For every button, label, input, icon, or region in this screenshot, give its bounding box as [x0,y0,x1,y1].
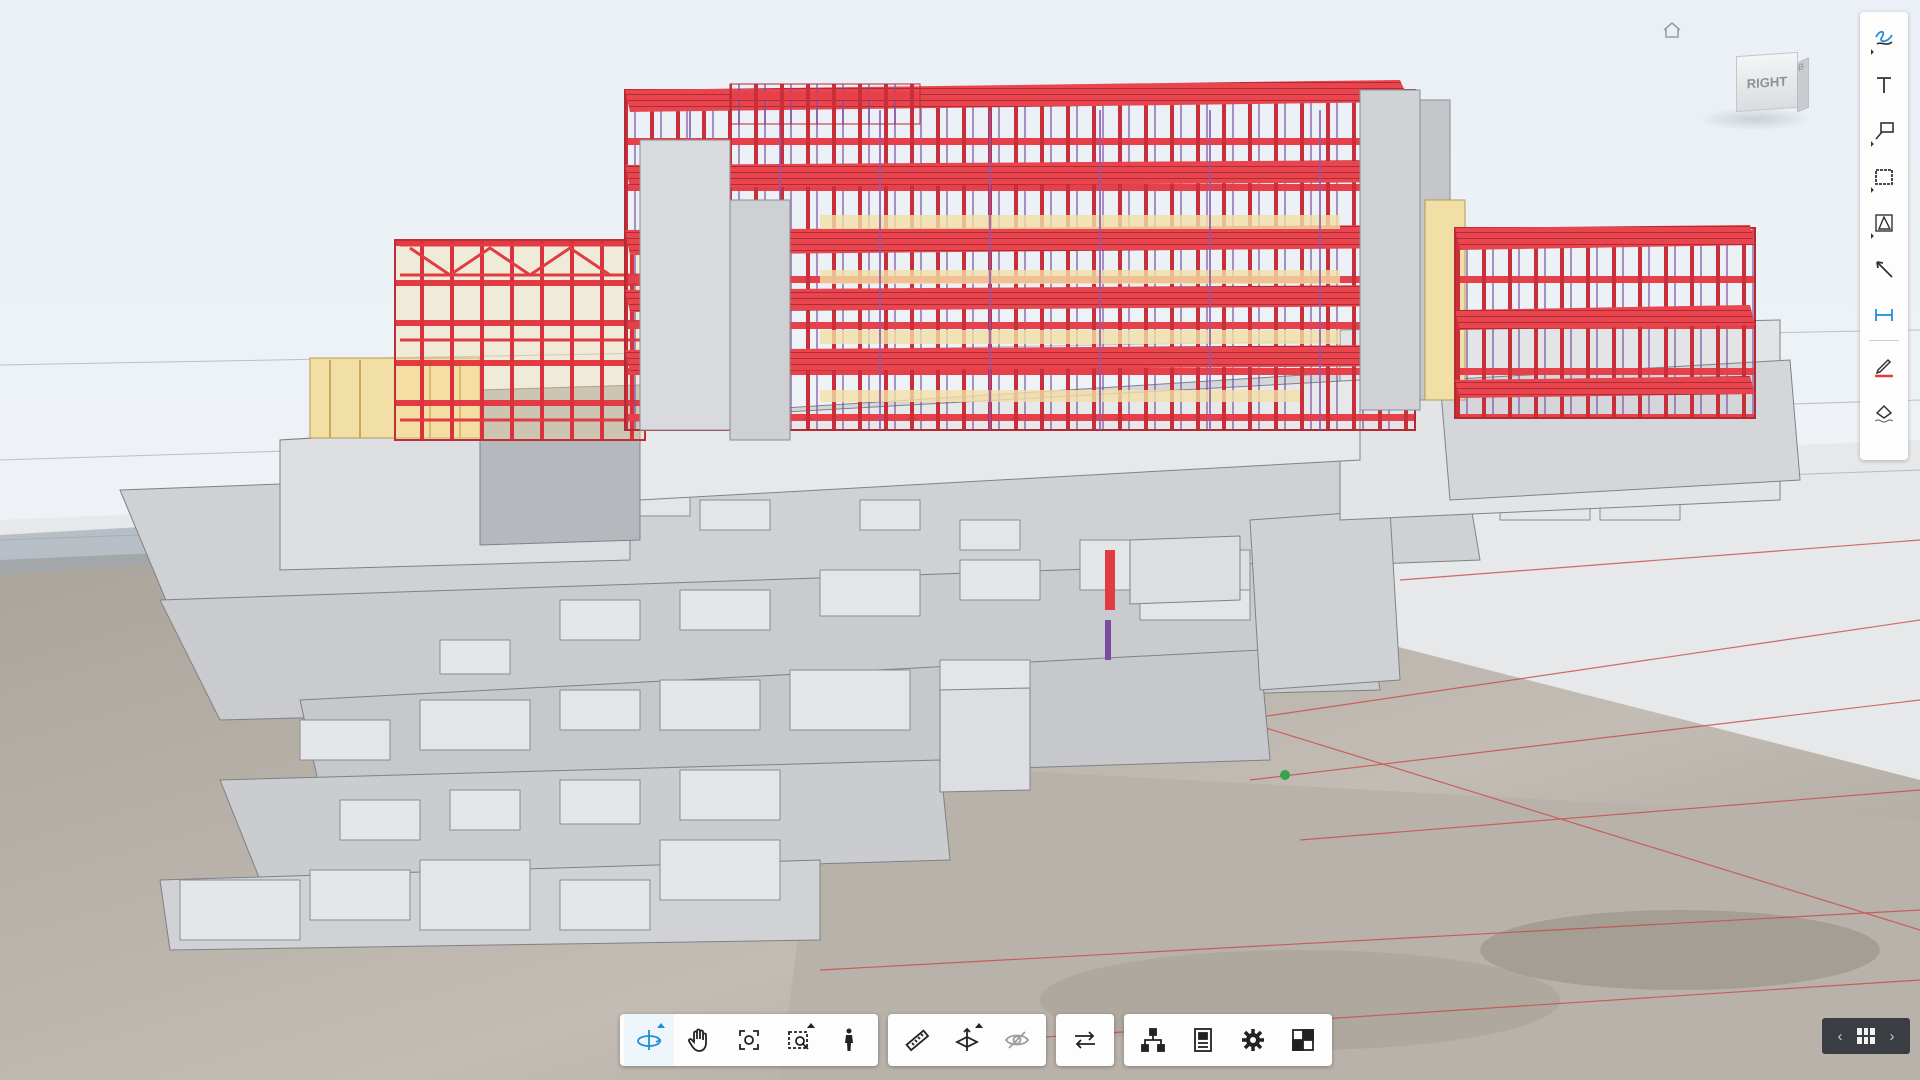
pan-button[interactable] [674,1014,724,1066]
compare-button[interactable] [1060,1014,1110,1066]
orbit-button[interactable] [624,1014,674,1066]
dimension-markup-button[interactable] [1864,292,1904,338]
next-button[interactable]: › [1880,1022,1904,1050]
chevron-left-icon: ‹ [1837,1027,1843,1045]
viewcube[interactable]: RIGHT B [1700,50,1810,130]
previous-button[interactable]: ‹ [1828,1022,1852,1050]
toolbar-separator [1869,340,1899,341]
chevron-right-icon: › [1889,1027,1895,1045]
pen-style-button[interactable] [1864,343,1904,389]
orbit-icon [637,1030,662,1050]
polygon-markup-button[interactable] [1864,200,1904,246]
fit-to-view-button[interactable] [724,1014,774,1066]
swap-arrows-icon [1075,1031,1095,1049]
grid-icon [1857,1028,1875,1044]
zoom-window-button[interactable] [774,1014,824,1066]
hide-button[interactable] [992,1014,1042,1066]
person-icon [845,1028,853,1051]
model-browser-nav: ‹ › [1822,1018,1910,1054]
markup-toolbar [1860,12,1908,460]
pen-icon [1875,358,1893,378]
eye-hidden-icon [1004,1031,1030,1049]
navigation-tools-group [620,1014,878,1066]
home-icon [1663,21,1681,38]
ruler-icon [905,1029,930,1052]
flyout-indicator-icon [657,1023,665,1028]
fill-icon [1874,404,1894,423]
text-markup-button[interactable] [1864,62,1904,108]
arrow-icon [1876,261,1893,278]
viewcube-face-side[interactable]: B [1797,57,1809,113]
model-browser-button[interactable] [1128,1014,1178,1066]
compare-tools-group [1056,1014,1114,1066]
fullscreen-icon [1292,1029,1314,1051]
model-canvas[interactable] [0,0,1920,1080]
flyout-indicator-icon [975,1023,983,1028]
callout-markup-button[interactable] [1864,108,1904,154]
cloud-markup-button[interactable] [1864,154,1904,200]
properties-button[interactable] [1178,1014,1228,1066]
freehand-markup-button[interactable] [1864,16,1904,62]
grid-view-button[interactable] [1854,1022,1878,1050]
home-button[interactable] [1660,18,1684,42]
properties-icon [1194,1028,1212,1052]
squiggle-icon [1875,30,1893,45]
text-icon [1877,77,1891,93]
flyout-indicator-icon [807,1023,815,1028]
measure-button[interactable] [892,1014,942,1066]
fit-view-icon [739,1030,759,1050]
zoom-window-icon [788,1031,809,1050]
fullscreen-button[interactable] [1278,1014,1328,1066]
viewcube-compass-ring[interactable] [1700,108,1810,130]
section-button[interactable] [942,1014,992,1066]
model-viewport[interactable] [0,0,1920,1080]
section-plane-icon [954,1027,980,1051]
hierarchy-icon [1141,1028,1165,1052]
viewer-toolbar [620,1014,1332,1066]
first-person-button[interactable] [824,1014,874,1066]
callout-icon [1875,122,1894,140]
arrow-markup-button[interactable] [1864,246,1904,292]
model-tools-group [1124,1014,1332,1066]
dimension-icon [1875,309,1893,321]
gear-icon [1242,1029,1264,1051]
polygon-icon [1875,214,1893,232]
viewcube-face-right[interactable]: RIGHT [1736,51,1798,113]
hand-icon [688,1028,707,1052]
settings-button[interactable] [1228,1014,1278,1066]
analysis-tools-group [888,1014,1046,1066]
fill-style-button[interactable] [1864,389,1904,435]
cloud-rect-icon [1875,169,1893,185]
